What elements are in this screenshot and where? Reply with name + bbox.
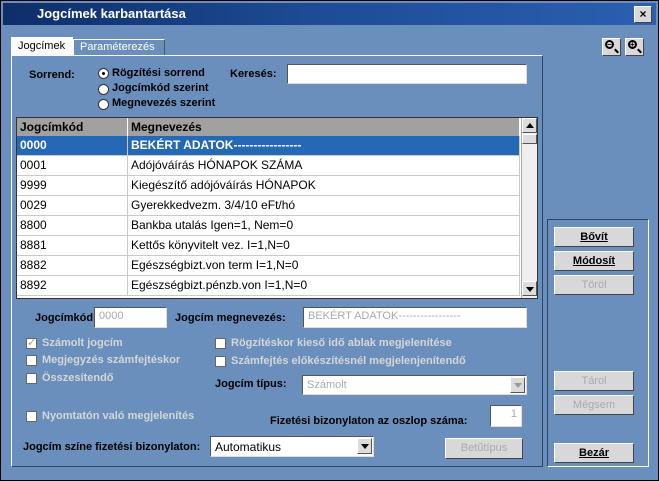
bezar-label: Bezár <box>579 447 609 459</box>
cell-name: Kiegészítő adójóváírás HÓNAPOK <box>128 176 520 196</box>
sort-option-kod[interactable]: Jogcímkód szerint <box>112 82 209 94</box>
table-row[interactable]: 0029 Gyerekkedvezm. 3/4/10 eFt/hó <box>17 196 520 216</box>
sort-option-megnevezes[interactable]: Megnevezés szerint <box>112 97 215 109</box>
window-title: Jogcímek karbantartása <box>37 6 186 21</box>
szin-label: Jogcím színe fizetési bizonylaton: <box>23 441 201 453</box>
bovit-button[interactable]: Bővít <box>554 227 634 247</box>
tab-parameterezes[interactable]: Paraméterezés <box>73 39 165 55</box>
szin-dropdown-button[interactable] <box>357 438 372 454</box>
label-szamfejtes: Számfejtés előkészítésnél megjelenjeníte… <box>231 355 466 367</box>
table-row[interactable]: 8800 Bankba utalás Igen=1, Nem=0 <box>17 216 520 236</box>
sort-radio-rogzitesi[interactable] <box>98 68 109 79</box>
bezar-button[interactable]: Bezár <box>554 443 634 463</box>
betutipus-button[interactable]: Betűtípus <box>445 438 523 459</box>
arrow-down-icon <box>526 287 534 292</box>
zoom-out-button[interactable]: − <box>602 38 621 56</box>
label-megjegyzes: Megjegyzés számfejtéskor <box>42 354 181 366</box>
table-row[interactable]: 8882 Egészségbizt.von term I=1,N=0 <box>17 256 520 276</box>
tipus-select[interactable]: Számolt <box>302 375 527 395</box>
checkbox-megjegyzes[interactable] <box>26 355 37 366</box>
jogcim-table: Jogcímkód Megnevezés 0000 BEKÉRT ADATOK-… <box>16 117 538 299</box>
column-header-megnevezes[interactable]: Megnevezés <box>128 118 520 136</box>
label-nyomtatvany: Nyomtatón való megjelenítés <box>42 410 195 422</box>
modosit-button[interactable]: Módosít <box>554 251 634 271</box>
label-szamolt: Számolt jogcím <box>42 337 123 349</box>
tipus-value: Számolt <box>307 379 347 391</box>
sort-label: Sorrend: <box>29 69 75 81</box>
search-input[interactable] <box>287 64 527 84</box>
tipus-dropdown-button[interactable] <box>510 377 525 393</box>
table-scrollbar[interactable] <box>521 118 537 298</box>
close-button[interactable]: × <box>634 6 652 23</box>
column-header-jogcimkod[interactable]: Jogcímkód <box>17 118 128 136</box>
main-window: Jogcímek karbantartása × − + Jogcímek Pa… <box>0 0 659 481</box>
checkbox-szamolt[interactable] <box>26 336 37 349</box>
oszlop-field[interactable]: 1 <box>490 405 522 427</box>
checkbox-rogzites[interactable] <box>215 338 226 349</box>
bovit-label: Bővít <box>580 231 608 243</box>
tab-jogcimek[interactable]: Jogcímek <box>11 37 74 55</box>
code-label: Jogcímkód: <box>35 312 97 324</box>
sort-radio-megnevezes[interactable] <box>98 99 109 110</box>
scroll-down-button[interactable] <box>522 281 537 296</box>
checkbox-szamfejtes[interactable] <box>215 356 226 367</box>
oszlop-label: Fizetési bizonylaton az oszlop száma: <box>270 415 468 427</box>
name-field[interactable]: BEKÉRT ADATOK----------------- <box>303 307 527 328</box>
code-field[interactable]: 0000 <box>94 307 167 328</box>
name-label: Jogcím megnevezés: <box>175 312 286 324</box>
scroll-up-button[interactable] <box>522 118 537 133</box>
cell-code: 8881 <box>17 236 128 256</box>
cell-name: Adójóváírás HÓNAPOK SZÁMA <box>128 156 520 176</box>
cell-name: Bankba utalás Igen=1, Nem=0 <box>128 216 520 236</box>
modosit-label: Módosít <box>572 255 616 267</box>
szin-value: Automatikus <box>215 440 282 454</box>
szin-select[interactable]: Automatikus <box>210 436 374 457</box>
checkbox-osszesitendo[interactable] <box>26 373 37 384</box>
torol-button[interactable]: Töröl <box>554 275 634 295</box>
cell-name: BEKÉRT ADATOK----------------- <box>128 136 520 156</box>
scroll-thumb[interactable] <box>522 134 537 144</box>
cell-code: 0000 <box>17 136 128 156</box>
cell-name: Gyerekkedvezm. 3/4/10 eFt/hó <box>128 196 520 216</box>
sort-radio-kod[interactable] <box>98 84 109 95</box>
zoom-out-symbol: − <box>607 40 612 49</box>
label-rogzites: Rögzítéskor kieső idő ablak megjelenítés… <box>231 337 452 349</box>
cell-code: 8882 <box>17 256 128 276</box>
arrow-up-icon <box>526 123 534 128</box>
table-row[interactable]: 0000 BEKÉRT ADATOK----------------- <box>17 136 520 156</box>
table-row[interactable]: 9999 Kiegészítő adójóváírás HÓNAPOK <box>17 176 520 196</box>
label-osszesitendo: Összesítendő <box>42 372 114 384</box>
table-row[interactable]: 0001 Adójóváírás HÓNAPOK SZÁMA <box>17 156 520 176</box>
sort-option-rogzitesi[interactable]: Rögzítési sorrend <box>112 67 205 79</box>
zoom-in-button[interactable]: + <box>625 38 644 56</box>
title-bar[interactable]: Jogcímek karbantartása × <box>3 3 656 25</box>
search-label: Keresés: <box>230 68 277 80</box>
cell-code: 0029 <box>17 196 128 216</box>
cell-code: 8800 <box>17 216 128 236</box>
cell-code: 0001 <box>17 156 128 176</box>
table-row[interactable]: 8892 Egészségbizt.pénzb.von I=1,N=0 <box>17 276 520 296</box>
cell-code: 8892 <box>17 276 128 296</box>
close-icon: × <box>639 7 647 21</box>
chevron-down-icon <box>514 383 522 388</box>
megsem-button[interactable]: Mégsem <box>554 395 634 415</box>
chevron-down-icon <box>361 444 369 449</box>
zoom-in-symbol: + <box>630 40 635 49</box>
table-header: Jogcímkód Megnevezés <box>17 118 520 136</box>
cell-name: Kettős könyvitelt vez. I=1,N=0 <box>128 236 520 256</box>
cell-name: Egészségbizt.von term I=1,N=0 <box>128 256 520 276</box>
checkbox-nyomtatvany[interactable] <box>26 411 37 422</box>
tarol-button[interactable]: Tárol <box>554 371 634 391</box>
cell-name: Egészségbizt.pénzb.von I=1,N=0 <box>128 276 520 296</box>
tipus-label: Jogcím típus: <box>215 378 287 390</box>
cell-code: 9999 <box>17 176 128 196</box>
table-row[interactable]: 8881 Kettős könyvitelt vez. I=1,N=0 <box>17 236 520 256</box>
